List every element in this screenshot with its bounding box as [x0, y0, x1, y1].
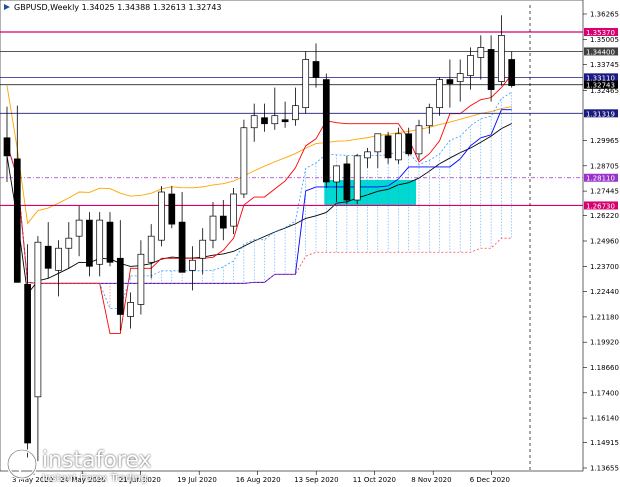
level-price-label: 1.31319: [586, 110, 615, 118]
candle-body: [425, 107, 433, 127]
candle-body: [189, 259, 196, 271]
candle-body: [240, 127, 248, 195]
candle-body: [75, 219, 83, 237]
candle-body: [487, 49, 495, 90]
candlestick-chart[interactable]: 1.353701.344001.331101.327431.313191.281…: [0, 0, 620, 487]
candle-body: [34, 241, 42, 398]
candle-body: [312, 61, 320, 78]
level-price-label: 1.34400: [586, 48, 615, 56]
y-tick-label: 1.13655: [590, 465, 619, 473]
candle-body: [178, 221, 186, 273]
candle-body: [137, 253, 145, 305]
y-tick-label: 1.14915: [590, 439, 619, 447]
candle-body: [364, 151, 371, 159]
level-price-label: 1.26730: [586, 202, 615, 210]
candle-body: [147, 235, 155, 263]
y-tick-label: 1.24960: [590, 238, 619, 246]
y-tick-label: 1.18660: [590, 364, 619, 372]
y-tick-label: 1.35005: [590, 36, 619, 44]
x-tick-label: 11 Oct 2020: [353, 476, 396, 484]
candle-body: [96, 219, 104, 265]
y-tick-label: 1.28705: [590, 162, 619, 170]
candle-body: [44, 245, 52, 269]
candle-body: [333, 165, 340, 183]
y-tick-label: 1.21180: [590, 313, 619, 321]
x-tick-label: 19 Jul 2020: [177, 476, 217, 484]
candle-body: [13, 158, 21, 283]
instaforex-logo-icon: [6, 448, 38, 480]
candle-body: [55, 247, 62, 271]
y-tick-label: 1.16140: [590, 415, 619, 423]
y-tick-label: 1.23700: [590, 263, 619, 271]
candle-body: [271, 115, 279, 125]
candle-body: [477, 47, 485, 58]
x-tick-label: 13 Sep 2020: [294, 476, 338, 484]
candle-body: [292, 105, 299, 121]
y-tick-label: 1.27445: [590, 188, 619, 196]
candle-body: [3, 137, 11, 157]
y-tick-label: 1.22440: [590, 288, 619, 296]
candle-body: [116, 257, 124, 315]
candle-body: [230, 193, 237, 227]
candle-body: [353, 155, 361, 201]
candle-body: [250, 115, 258, 129]
level-price-label: 1.28110: [586, 175, 615, 183]
candle-body: [456, 73, 464, 82]
candle-body: [395, 133, 402, 161]
y-tick-label: 1.26220: [590, 212, 619, 220]
candle-body: [24, 284, 31, 444]
candle-body: [219, 215, 227, 229]
x-tick-label: 8 Nov 2020: [411, 476, 451, 484]
candle-body: [415, 125, 423, 155]
y-tick-label: 1.36265: [590, 11, 619, 19]
candle-body: [446, 79, 454, 84]
candle-body: [374, 133, 382, 153]
candle-body: [281, 119, 289, 123]
candle-body: [158, 191, 165, 241]
candle-body: [436, 79, 443, 109]
y-tick-label: 1.33745: [590, 61, 619, 69]
watermark-logo: instaforex Instant Forex Trading: [6, 446, 176, 486]
x-tick-label: 6 Dec 2020: [470, 476, 510, 484]
candle-body: [168, 193, 176, 225]
candle-body: [209, 215, 217, 241]
candle-body: [508, 59, 516, 86]
watermark-tagline: Instant Forex Trading: [42, 473, 148, 484]
candle-body: [405, 133, 413, 155]
candle-body: [467, 55, 474, 76]
candle-body: [86, 219, 93, 267]
x-tick-label: 16 Aug 2020: [236, 476, 281, 484]
candle-body: [65, 237, 73, 249]
candle-body: [106, 221, 114, 263]
candle-body: [384, 135, 392, 159]
candle-body: [498, 35, 505, 82]
chart-title: GBPUSD,Weekly 1.34025 1.34388 1.32613 1.…: [14, 3, 222, 12]
candle-body: [343, 163, 351, 201]
candle-body: [261, 117, 268, 125]
y-tick-label: 1.32465: [590, 87, 619, 95]
chart-window: 1.35370 1.34400 1.33110 1.32743 1.31319 1.281…: [0, 0, 620, 487]
watermark-brand: instaforex: [42, 448, 152, 473]
price-axis: 1.353701.344001.331101.327431.313191.281…: [583, 11, 619, 473]
candle-body: [127, 302, 134, 317]
candle-body: [199, 239, 207, 259]
y-tick-label: 1.29965: [590, 137, 619, 145]
y-tick-label: 1.19920: [590, 339, 619, 347]
candle-body: [322, 79, 330, 183]
candle-body: [302, 59, 310, 109]
y-tick-label: 1.17400: [590, 389, 619, 397]
